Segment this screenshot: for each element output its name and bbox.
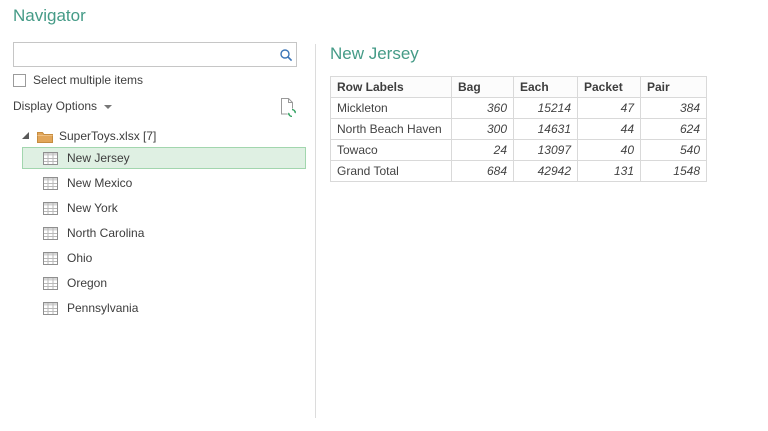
expand-triangle-icon[interactable]	[22, 132, 30, 140]
preview-table-head-row: Row Labels Bag Each Packet Pair	[330, 76, 707, 98]
folder-icon	[37, 130, 53, 143]
value-cell: 624	[640, 118, 707, 140]
value-cell: 360	[451, 97, 514, 119]
worksheet-grid-icon	[43, 276, 58, 290]
value-cell: 47	[577, 97, 641, 119]
value-cell: 42942	[513, 160, 578, 182]
column-header: Bag	[451, 76, 514, 98]
table-row: North Beach Haven 300 14631 44 624	[330, 118, 707, 140]
column-header: Packet	[577, 76, 641, 98]
value-cell: 40	[577, 139, 641, 161]
worksheet-grid-icon	[43, 226, 58, 240]
select-multiple-checkbox[interactable]	[13, 73, 26, 87]
value-cell: 13097	[513, 139, 578, 161]
tree-item-new-york[interactable]: New York	[22, 197, 306, 219]
table-row: Grand Total 684 42942 131 1548	[330, 160, 707, 182]
worksheet-grid-icon	[43, 201, 58, 215]
value-cell: 384	[640, 97, 707, 119]
tree-item-label: Oregon	[67, 276, 108, 290]
column-header: Pair	[640, 76, 707, 98]
value-cell: 44	[577, 118, 641, 140]
search-icon[interactable]	[276, 43, 296, 66]
value-cell: 540	[640, 139, 707, 161]
worksheet-grid-icon	[43, 151, 58, 165]
table-row: Mickleton 360 15214 47 384	[330, 97, 707, 119]
display-options-label[interactable]: Display Options	[13, 99, 97, 113]
preview-table-body: Mickleton 360 15214 47 384 North Beach Haven 3…	[330, 97, 707, 182]
chevron-down-icon	[104, 105, 113, 109]
preview-table: Row Labels Bag Each Packet Pair Mickleton 360…	[330, 76, 707, 182]
tree-item-pennsylvania[interactable]: Pennsylvania	[22, 297, 306, 319]
tree-item-oregon[interactable]: Oregon	[22, 272, 306, 294]
value-cell: 14631	[513, 118, 578, 140]
value-cell: 15214	[513, 97, 578, 119]
tree-item-label: New Mexico	[67, 176, 133, 190]
select-multiple-label[interactable]: Select multiple items	[33, 73, 143, 87]
display-options-dropdown[interactable]: Display Options	[13, 99, 113, 113]
page-title: Navigator	[13, 6, 86, 25]
worksheet-grid-icon	[43, 176, 58, 190]
tree-item-label: North Carolina	[67, 226, 145, 240]
tree-item-label: Ohio	[67, 251, 93, 265]
column-header: Row Labels	[330, 76, 452, 98]
row-label-cell: Towaco	[330, 139, 452, 161]
select-multiple-row[interactable]: Select multiple items	[13, 73, 143, 87]
worksheet-grid-icon	[43, 251, 58, 265]
search-input[interactable]	[14, 43, 276, 66]
tree-item-label: New York	[67, 201, 118, 215]
tree-root-workbook[interactable]: SuperToys.xlsx [7]	[22, 126, 156, 146]
tree-item-label: New Jersey	[67, 151, 130, 165]
column-header: Each	[513, 76, 578, 98]
value-cell: 300	[451, 118, 514, 140]
workbook-label: SuperToys.xlsx [7]	[59, 129, 157, 143]
tree-item-north-carolina[interactable]: North Carolina	[22, 222, 306, 244]
search-box[interactable]	[13, 42, 297, 67]
refresh-preview-button[interactable]	[278, 95, 298, 119]
value-cell: 24	[451, 139, 514, 161]
tree-item-new-mexico[interactable]: New Mexico	[22, 172, 306, 194]
worksheet-grid-icon	[43, 301, 58, 315]
row-label-cell: Mickleton	[330, 97, 452, 119]
preview-title: New Jersey	[330, 44, 419, 63]
table-row: Towaco 24 13097 40 540	[330, 139, 707, 161]
panel-divider	[315, 44, 316, 418]
value-cell: 131	[577, 160, 641, 182]
row-label-cell: North Beach Haven	[330, 118, 452, 140]
value-cell: 684	[451, 160, 514, 182]
sheet-list: New Jersey New Mexico New York North Car…	[22, 147, 306, 322]
tree-item-ohio[interactable]: Ohio	[22, 247, 306, 269]
row-label-cell: Grand Total	[330, 160, 452, 182]
tree-item-label: Pennsylvania	[67, 301, 139, 315]
tree-item-new-jersey[interactable]: New Jersey	[22, 147, 306, 169]
refresh-preview-icon	[280, 97, 296, 117]
value-cell: 1548	[640, 160, 707, 182]
